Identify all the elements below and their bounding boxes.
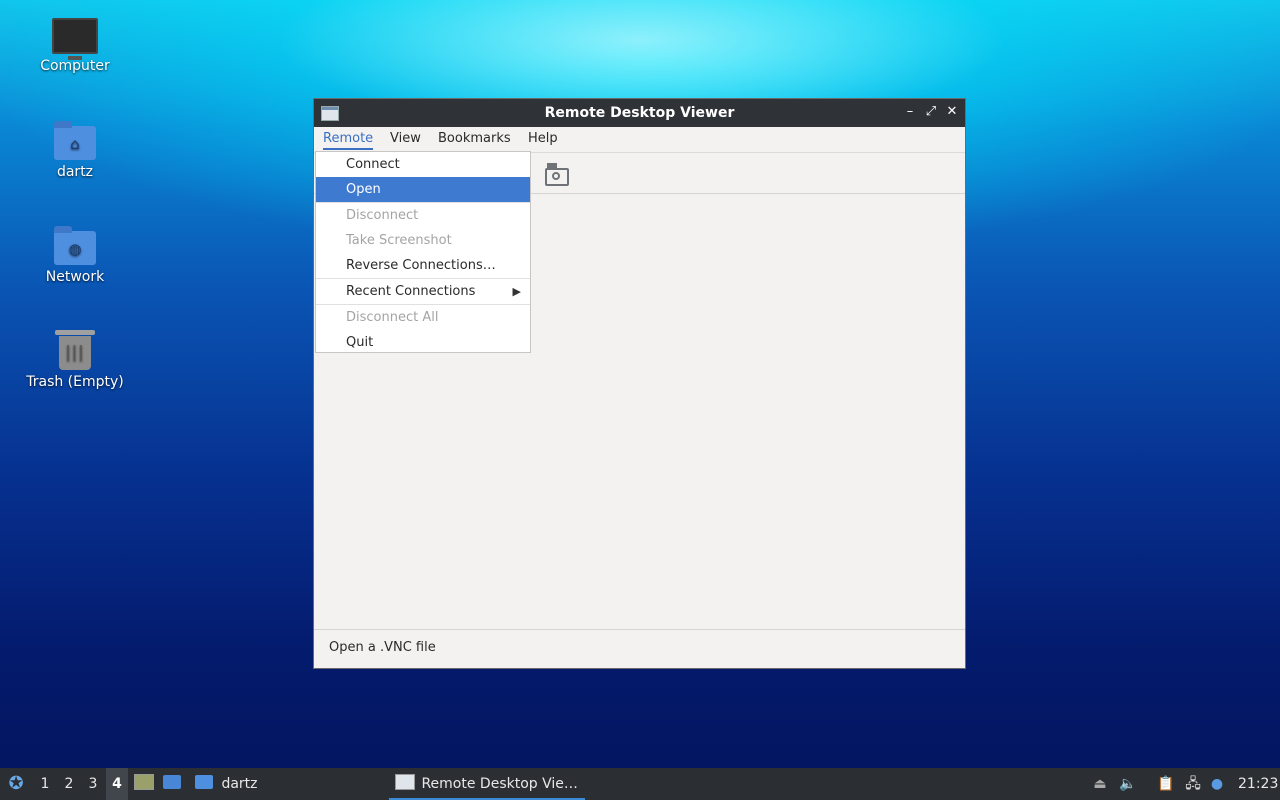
clock[interactable]: 21:23 [1238,768,1278,800]
home-folder-icon: ⌂ [54,121,96,160]
menu-item-label: Take Screenshot [346,233,452,248]
task-label: Remote Desktop Vie… [421,776,578,792]
clipboard-icon[interactable]: 📋 [1156,768,1176,800]
volume-icon[interactable]: 🔈 [1118,768,1138,800]
statusbar: Open a .VNC file [314,629,965,668]
desktop-icon-label: Trash (Empty) [26,374,124,390]
task-remote-desktop-viewer[interactable]: Remote Desktop Vie… [389,768,585,800]
menu-bookmarks[interactable]: Bookmarks [438,131,511,146]
launcher-label: dartz [221,776,258,792]
status-text: Open a .VNC file [329,640,436,655]
taskbar: ✪ 1 2 3 4 dartz Remote Desktop Vie… ⏏ 🔈 … [0,768,1280,800]
app-window-icon [395,774,415,790]
menu-item-reverse-connections[interactable]: Reverse Connections… [316,253,530,278]
desktop-icon-label: dartz [56,164,94,180]
desktop-icon-computer[interactable]: Computer [20,14,130,74]
menu-item-label: Connect [346,157,400,172]
menu-item-label: Open [346,182,381,197]
menu-item-disconnect: Disconnect [316,203,530,228]
desktop-icon-trash[interactable]: ||| Trash (Empty) [20,328,130,390]
computer-icon [52,18,98,60]
menu-item-quit[interactable]: Quit [316,330,530,355]
trash-icon: ||| [55,330,95,370]
maximize-button[interactable]: ⤢ [922,103,940,121]
menu-item-label: Disconnect All [346,310,439,325]
menu-item-label: Reverse Connections… [346,258,496,273]
menubar: Remote View Bookmarks Help [314,127,965,153]
window-titlebar[interactable]: Remote Desktop Viewer – ⤢ ✕ [314,99,965,127]
show-desktop-icon[interactable] [163,768,183,800]
menu-item-label: Recent Connections [346,284,476,299]
take-screenshot-button[interactable] [543,161,569,187]
menu-remote[interactable]: Remote [323,131,374,150]
menu-item-label: Quit [346,335,374,350]
menu-help[interactable]: Help [528,131,558,146]
workspace-1[interactable]: 1 [34,768,56,800]
folder-icon [195,775,213,789]
desktop-icon-network[interactable]: ◍ Network [20,225,130,285]
workspace-3[interactable]: 3 [82,768,104,800]
desktop-icon-label: Computer [40,58,110,74]
remote-menu-dropdown: Connect Open Disconnect Take Screenshot … [315,151,531,353]
workspace-2[interactable]: 2 [58,768,80,800]
menu-item-label: Disconnect [346,208,419,223]
menu-item-connect[interactable]: Connect [316,152,530,177]
menu-item-recent-connections[interactable]: Recent Connections ▶ [316,279,530,304]
menu-view[interactable]: View [390,131,421,146]
menu-item-open[interactable]: Open [316,177,530,202]
eject-icon[interactable]: ⏏ [1091,768,1109,800]
desktop-icon-dartz[interactable]: ⌂ dartz [20,120,130,180]
minimize-button[interactable]: – [901,103,919,121]
window-title: Remote Desktop Viewer [544,105,735,121]
file-manager-launcher-icon[interactable] [134,768,154,800]
launcher-dartz[interactable]: dartz [195,768,258,800]
network-icon[interactable]: 🖧 [1182,768,1204,800]
submenu-arrow-icon: ▶ [512,285,521,298]
close-button[interactable]: ✕ [943,103,961,121]
network-folder-icon: ◍ [54,226,96,265]
menu-item-take-screenshot: Take Screenshot [316,228,530,253]
notification-icon[interactable]: ● [1208,768,1226,800]
desktop-icon-label: Network [45,269,105,285]
start-menu-icon[interactable]: ✪ [5,768,27,800]
menu-item-disconnect-all: Disconnect All [316,305,530,330]
workspace-4[interactable]: 4 [106,768,128,800]
